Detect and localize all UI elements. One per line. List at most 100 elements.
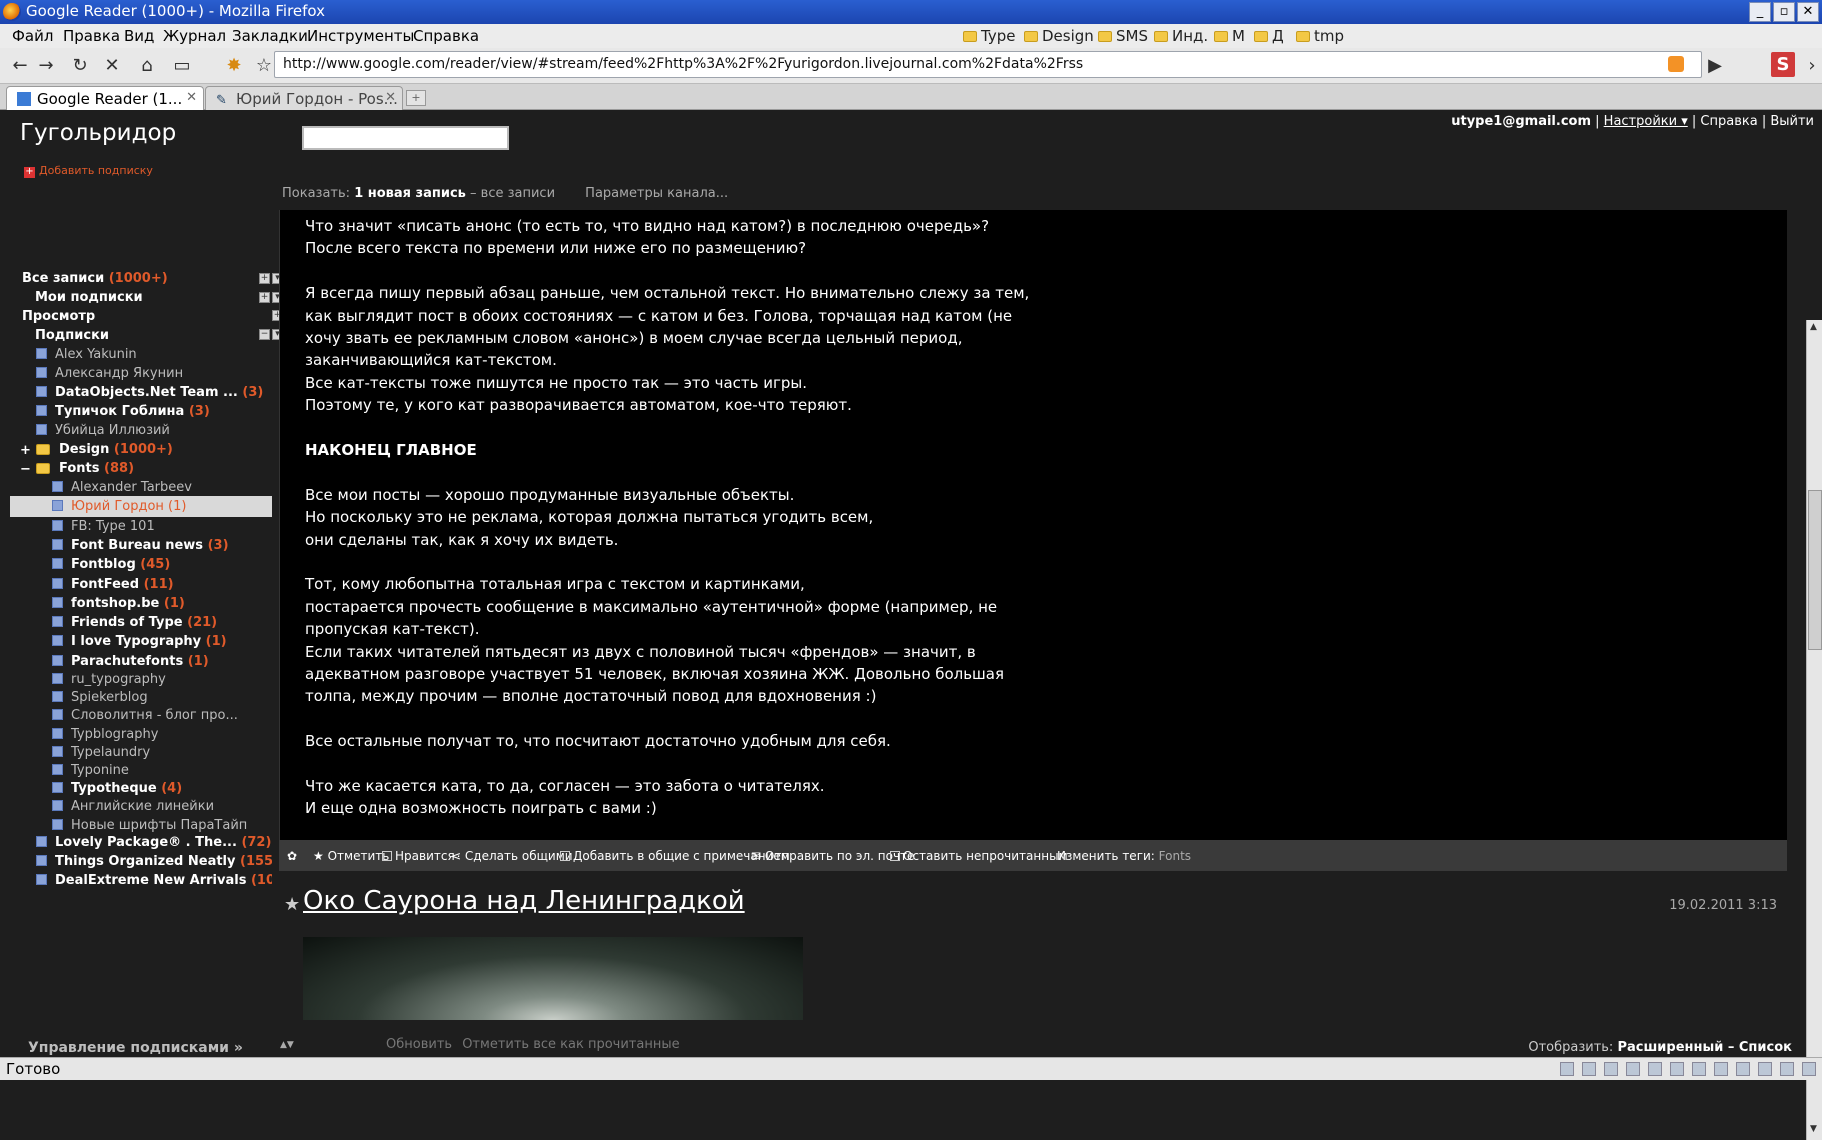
- expand-icon[interactable]: +: [20, 443, 31, 458]
- bookmark-m[interactable]: М: [1214, 27, 1245, 45]
- addon-status-icon[interactable]: [1626, 1062, 1640, 1076]
- close-tab-icon[interactable]: ✕: [186, 90, 197, 105]
- like-action[interactable]: Нравится: [382, 849, 455, 863]
- bookmark-d[interactable]: Д: [1254, 27, 1284, 45]
- addon-status-icon[interactable]: [1670, 1062, 1684, 1076]
- view-mode-toggle[interactable]: Расширенный – Список: [1617, 1040, 1792, 1055]
- minimize-button[interactable]: _: [1749, 2, 1771, 22]
- addon-status-icon[interactable]: [1648, 1062, 1662, 1076]
- feed-item[interactable]: Тупичок Гоблина (3): [0, 401, 272, 422]
- menu-help[interactable]: Справка: [413, 27, 479, 45]
- bookmark-star-icon[interactable]: ☆: [252, 54, 276, 78]
- addon-status-icon[interactable]: [1714, 1062, 1728, 1076]
- feed-item[interactable]: Fontblog (45): [0, 554, 272, 575]
- mark-all-read-button[interactable]: Отметить все как прочитанные: [462, 1037, 679, 1052]
- collapse-icon[interactable]: −: [20, 462, 31, 477]
- folder-design[interactable]: + Design (1000+): [0, 439, 272, 460]
- filter-all-items[interactable]: – все записи: [466, 186, 555, 201]
- star-action[interactable]: ★ Отметить: [313, 849, 389, 863]
- menu-file[interactable]: Файл: [12, 27, 53, 45]
- feed-item[interactable]: Font Bureau news (3): [0, 535, 272, 556]
- addon-status-icon[interactable]: [1802, 1062, 1816, 1076]
- bookmark-sms[interactable]: SMS: [1098, 27, 1148, 45]
- stop-icon[interactable]: ✕: [100, 54, 124, 78]
- close-tab-icon[interactable]: ✕: [385, 90, 396, 105]
- reload-icon[interactable]: ↻: [68, 54, 92, 78]
- menu-tools[interactable]: Инструменты: [307, 27, 414, 45]
- feed-settings-dropdown[interactable]: Параметры канала...: [585, 186, 728, 201]
- bookmark-ind[interactable]: Инд.: [1154, 27, 1208, 45]
- feed-item[interactable]: FontFeed (11): [0, 574, 272, 595]
- add-subscription-button[interactable]: + Добавить подписку: [24, 164, 153, 178]
- addon-status-icon[interactable]: [1692, 1062, 1706, 1076]
- manage-subscriptions-link[interactable]: Управление подписками »: [28, 1040, 243, 1056]
- refresh-button[interactable]: Обновить: [386, 1037, 452, 1052]
- addon-status-icon[interactable]: [1560, 1062, 1574, 1076]
- menu-history[interactable]: Журнал: [163, 27, 226, 45]
- addon-icon[interactable]: ✸: [222, 54, 246, 78]
- bookmark-type[interactable]: Type: [963, 27, 1015, 45]
- nav-browse[interactable]: Просмотр: [0, 306, 272, 327]
- addon-status-icon[interactable]: [1758, 1062, 1772, 1076]
- tab-google-reader[interactable]: Google Reader (1... ✕: [6, 86, 204, 110]
- help-link[interactable]: Справка: [1700, 114, 1757, 129]
- close-window-button[interactable]: ✕: [1797, 2, 1819, 22]
- nav-my-subscriptions[interactable]: Мои подписки: [0, 287, 272, 308]
- tab-yuri-gordon[interactable]: ✎ Юрий Гордон - Pos... ✕: [205, 86, 403, 110]
- folder-fonts[interactable]: − Fonts (88): [0, 458, 272, 479]
- bookmark-tmp[interactable]: tmp: [1296, 27, 1344, 45]
- menu-edit[interactable]: Правка: [63, 27, 120, 45]
- addon-status-icon[interactable]: [1582, 1062, 1596, 1076]
- menu-bookmarks[interactable]: Закладки: [232, 27, 308, 45]
- logout-link[interactable]: Выйти: [1770, 114, 1814, 129]
- filter-new-items[interactable]: 1 новая запись: [354, 186, 466, 201]
- plus-icon[interactable]: +: [259, 273, 270, 284]
- url-bar[interactable]: http://www.google.com/reader/view/#strea…: [274, 51, 1702, 78]
- extension-s-icon[interactable]: S: [1771, 52, 1795, 77]
- maximize-button[interactable]: ▫: [1773, 2, 1795, 22]
- feed-item[interactable]: DataObjects.Net Team ... (3): [0, 382, 272, 403]
- bookmark-design[interactable]: Design: [1024, 27, 1094, 45]
- addon-status-icon[interactable]: [1780, 1062, 1794, 1076]
- minus-icon[interactable]: −: [259, 329, 270, 340]
- back-icon[interactable]: ←: [8, 54, 32, 78]
- overflow-chevron-icon[interactable]: ›: [1800, 54, 1822, 78]
- search-input[interactable]: [302, 126, 509, 150]
- feed-item[interactable]: Александр Якунин: [0, 363, 272, 384]
- rss-icon[interactable]: [1668, 56, 1684, 72]
- scrollbar-thumb[interactable]: [1808, 490, 1822, 650]
- new-tab-icon[interactable]: +: [406, 90, 426, 106]
- addon-status-icon[interactable]: [1604, 1062, 1618, 1076]
- scrollbar[interactable]: ▲ ▼: [1806, 320, 1822, 1140]
- keep-unread-checkbox[interactable]: Оставить непрочитанным: [890, 849, 1068, 863]
- plus-icon[interactable]: +: [259, 292, 270, 303]
- scroll-up-icon[interactable]: ▲: [1810, 322, 1817, 332]
- forward-icon[interactable]: →: [34, 54, 58, 78]
- screenshot-icon[interactable]: ▭: [170, 54, 194, 78]
- feed-item[interactable]: Убийца Иллюзий: [0, 420, 272, 441]
- feed-item[interactable]: Юрий Гордон (1): [10, 496, 272, 518]
- star-icon[interactable]: ★: [284, 894, 300, 915]
- nav-subscriptions[interactable]: Подписки: [0, 325, 272, 346]
- feed-item[interactable]: fontshop.be (1): [0, 593, 272, 614]
- entry-title[interactable]: Око Саурона над Ленинградкой: [303, 886, 745, 916]
- nav-all-items[interactable]: Все записи (1000+): [0, 268, 272, 289]
- gear-icon[interactable]: ✿: [287, 849, 297, 863]
- feed-item[interactable]: Things Organized Neatly (155): [0, 851, 272, 872]
- addon-status-icon[interactable]: [1736, 1062, 1750, 1076]
- settings-link[interactable]: Настройки ▾: [1604, 114, 1688, 129]
- feed-item[interactable]: Alex Yakunin: [0, 344, 272, 365]
- feed-item[interactable]: Lovely Package® . The... (72): [0, 832, 272, 853]
- share-action[interactable]: ⋖ Сделать общими: [451, 849, 573, 863]
- feed-item[interactable]: DealExtreme New Arrivals (1000: [0, 870, 272, 891]
- feed-item[interactable]: Alexander Tarbeev: [0, 477, 272, 498]
- feed-item[interactable]: Friends of Type (21): [0, 612, 272, 633]
- home-icon[interactable]: ⌂: [135, 54, 159, 78]
- go-icon[interactable]: ▶: [1703, 54, 1727, 78]
- prev-next-arrows[interactable]: ▲▼: [280, 1040, 294, 1050]
- menu-view[interactable]: Вид: [124, 27, 154, 45]
- feed-item[interactable]: I love Typography (1): [0, 631, 272, 652]
- edit-tags-action[interactable]: Изменить теги: Fonts: [1057, 849, 1191, 863]
- feed-item[interactable]: FB: Type 101: [0, 516, 272, 537]
- scroll-down-icon[interactable]: ▼: [1810, 1124, 1817, 1134]
